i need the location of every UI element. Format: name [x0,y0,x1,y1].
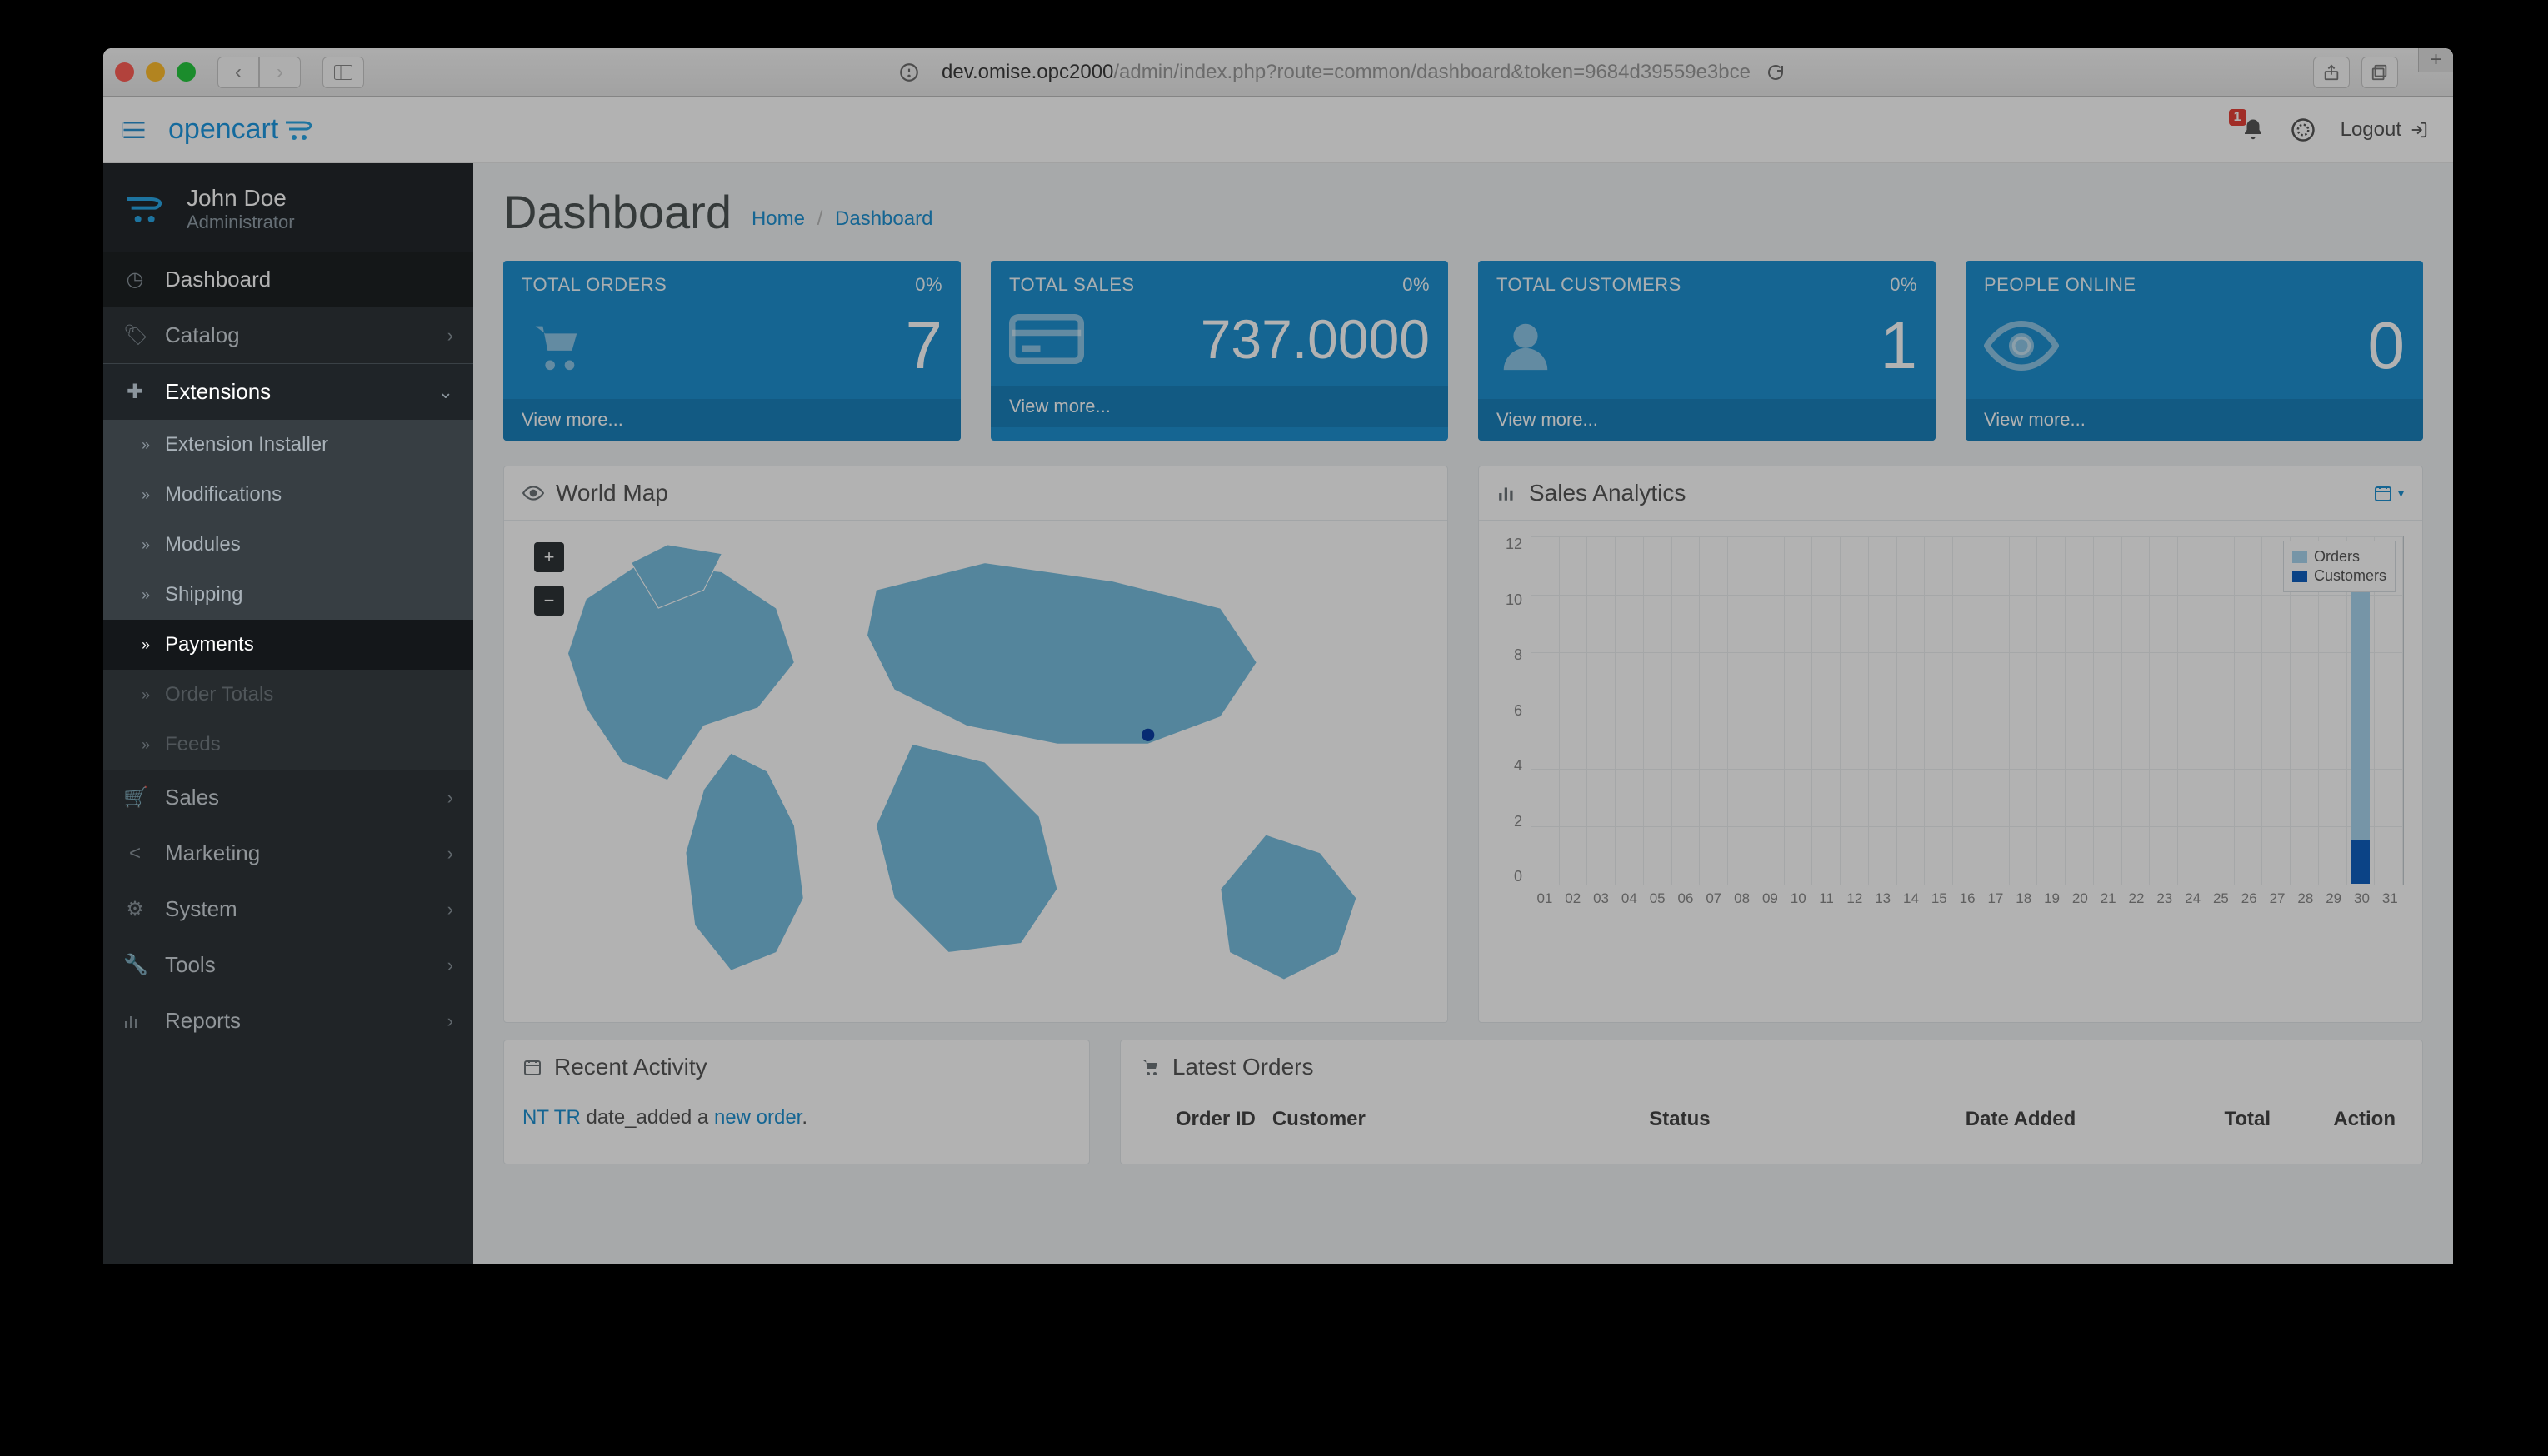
subnav-shipping[interactable]: »Shipping [103,570,473,620]
window-controls [115,62,196,82]
activity-user-link[interactable]: NT TR [522,1106,581,1129]
content-area: Dashboard Home / Dashboard TOTAL ORDERS0… [473,163,2453,1264]
subnav-modifications[interactable]: »Modifications [103,470,473,520]
reports-icon [123,1013,147,1030]
help-button[interactable] [2291,117,2316,142]
sidebar: John Doe Administrator ◷ Dashboard 🏷 Cat… [103,163,473,1264]
maximize-window-button[interactable] [177,62,196,82]
minimize-window-button[interactable] [146,62,165,82]
browser-window: ‹ › dev.omise.opc2000/admin/index.php?ro… [103,48,2453,1264]
dashboard-icon: ◷ [123,267,147,292]
map-zoom-in-button[interactable]: + [534,542,564,572]
app-header: opencart 1 Logout [103,97,2453,163]
sales-icon: 🛒 [123,785,147,810]
reader-mode-icon[interactable] [892,55,927,90]
system-icon: ⚙ [123,897,147,921]
user-name: John Doe [187,185,295,212]
chart-icon [1497,484,1517,502]
marketing-icon: < [123,842,147,865]
tile-total-sales: TOTAL SALES0% 737.0000 View more... [991,261,1448,441]
user-cart-icon [123,192,168,226]
tile-sales-more[interactable]: View more... [991,386,1448,427]
tile-orders-more[interactable]: View more... [503,399,961,441]
tile-people-online: PEOPLE ONLINE 0 View more... [1966,261,2423,441]
chevron-down-icon: ⌄ [438,381,453,403]
logout-button[interactable]: Logout [2341,118,2428,142]
sidebar-toggle-button[interactable] [322,57,364,88]
menu-toggle-button[interactable] [115,111,153,149]
user-icon [1496,317,1555,375]
activity-row: NT TR date_added a new order. [504,1094,1089,1141]
page-title: Dashboard [503,185,732,239]
breadcrumb-current[interactable]: Dashboard [835,207,932,230]
cart-icon [283,117,317,142]
panel-world-map: World Map + − [503,466,1448,1023]
reload-button[interactable] [1766,62,1786,82]
extensions-icon: ✚ [123,380,147,404]
url-text[interactable]: dev.omise.opc2000/admin/index.php?route=… [942,61,1751,84]
browser-toolbar: ‹ › dev.omise.opc2000/admin/index.php?ro… [103,48,2453,97]
user-role: Administrator [187,212,295,233]
cart-large-icon [522,317,588,375]
sidebar-item-marketing[interactable]: < Marketing› [103,825,473,881]
subnav-modules[interactable]: »Modules [103,520,473,570]
eye-small-icon [522,485,544,501]
tile-total-customers: TOTAL CUSTOMERS0% 1 View more... [1478,261,1936,441]
chevron-right-icon: › [447,325,453,347]
panel-analytics-title: Sales Analytics [1529,480,1686,506]
sidebar-item-reports[interactable]: Reports› [103,993,473,1049]
extensions-submenu-tail: »Order Totals »Feeds [103,670,473,770]
share-button[interactable] [2313,57,2350,88]
panel-recent-activity: Recent Activity NT TR date_added a new o… [503,1040,1090,1164]
stat-tiles: TOTAL ORDERS0% 7 View more... TOTAL SALE… [473,244,2453,449]
map-zoom-out-button[interactable]: − [534,586,564,616]
card-icon [1009,310,1084,368]
close-window-button[interactable] [115,62,134,82]
catalog-icon: 🏷 [123,323,147,347]
activity-order-link[interactable]: new order [714,1106,802,1129]
sidebar-item-catalog[interactable]: 🏷 Catalog › [103,307,473,363]
notification-badge: 1 [2229,109,2246,126]
breadcrumb-home[interactable]: Home [752,207,805,230]
panel-map-title: World Map [556,480,668,506]
subnav-feeds[interactable]: »Feeds [103,720,473,770]
back-button[interactable]: ‹ [217,57,259,88]
panel-latest-orders: Latest Orders Order ID Customer Status D… [1120,1040,2423,1164]
tabs-button[interactable] [2361,57,2398,88]
sidebar-item-dashboard[interactable]: ◷ Dashboard [103,252,473,307]
chart-legend: Orders Customers [2283,541,2396,592]
orders-table-header: Order ID Customer Status Date Added Tota… [1121,1094,2422,1144]
sidebar-item-tools[interactable]: 🔧 Tools› [103,937,473,993]
sidebar-item-sales[interactable]: 🛒 Sales› [103,770,473,825]
tools-icon: 🔧 [123,953,147,977]
eye-icon [1984,321,2059,371]
sidebar-user: John Doe Administrator [103,163,473,252]
subnav-extension-installer[interactable]: »Extension Installer [103,420,473,470]
cart-small-icon [1139,1057,1161,1077]
extensions-submenu: »Extension Installer »Modifications »Mod… [103,420,473,670]
subnav-order-totals[interactable]: »Order Totals [103,670,473,720]
analytics-chart: 121086420 010203040506070809101112131415… [1497,536,2404,907]
tile-customers-more[interactable]: View more... [1478,399,1936,441]
sidebar-item-system[interactable]: ⚙ System› [103,881,473,937]
breadcrumb: Home / Dashboard [752,207,932,239]
panel-sales-analytics: Sales Analytics ▾ 121086420 010203040506… [1478,466,2423,1023]
analytics-range-button[interactable]: ▾ [2373,483,2404,503]
calendar-icon [522,1057,542,1077]
world-map[interactable] [522,536,1429,1007]
address-bar: dev.omise.opc2000/admin/index.php?route=… [379,55,2298,90]
forward-button[interactable]: › [259,57,301,88]
tile-online-more[interactable]: View more... [1966,399,2423,441]
notifications-button[interactable]: 1 [2241,117,2266,142]
sidebar-item-extensions[interactable]: ✚ Extensions ⌄ [103,363,473,420]
subnav-payments[interactable]: »Payments [103,620,473,670]
opencart-logo[interactable]: opencart [168,113,317,146]
tile-total-orders: TOTAL ORDERS0% 7 View more... [503,261,961,441]
new-tab-button[interactable]: + [2418,48,2453,72]
